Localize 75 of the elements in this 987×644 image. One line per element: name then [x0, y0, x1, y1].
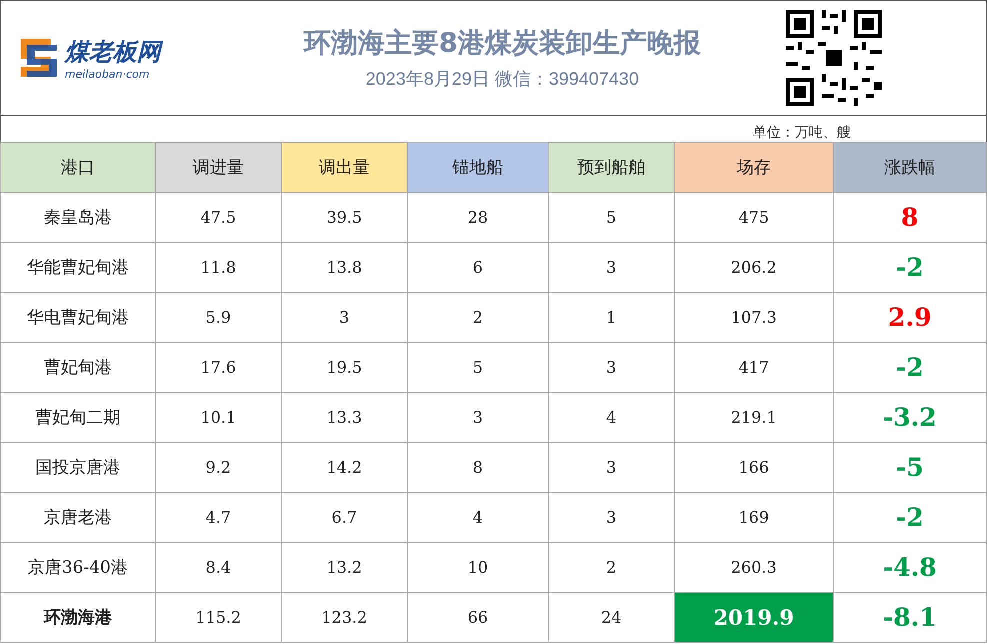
port-cell: 华能曹妃甸港	[0, 242, 156, 292]
stock-cell: 475	[674, 192, 834, 242]
table-cell: 4	[548, 392, 674, 442]
port-cell: 秦皇岛港	[0, 192, 156, 242]
column-header: 调进量	[156, 142, 282, 192]
change-cell: -4.8	[834, 542, 986, 592]
change-cell: -8.1	[834, 592, 986, 642]
port-cell: 国投京唐港	[0, 442, 156, 492]
port-cell: 曹妃甸港	[0, 342, 156, 392]
table-cell: 5.9	[156, 292, 282, 342]
change-cell: -2	[834, 342, 986, 392]
change-cell: -3.2	[834, 392, 986, 442]
table-cell: 3	[548, 492, 674, 542]
table-cell: 14.2	[282, 442, 408, 492]
table-cell: 5	[408, 342, 548, 392]
port-cell: 京唐老港	[0, 492, 156, 542]
table-cell: 13.3	[282, 392, 408, 442]
port-cell: 京唐36-40港	[0, 542, 156, 592]
table-cell: 1	[548, 292, 674, 342]
table-cell: 66	[408, 592, 548, 642]
column-header: 涨跌幅	[834, 142, 986, 192]
report-date: 2023年8月29日 微信：399407430	[366, 68, 640, 91]
stock-cell: 166	[674, 442, 834, 492]
table-cell: 19.5	[282, 342, 408, 392]
table-cell: 47.5	[156, 192, 282, 242]
table-cell: 28	[408, 192, 548, 242]
change-cell: -2	[834, 492, 986, 542]
logo-icon	[19, 37, 59, 79]
qr-code-icon	[786, 10, 882, 106]
table-cell: 4	[408, 492, 548, 542]
table-cell: 5	[548, 192, 674, 242]
table-cell: 6	[408, 242, 548, 292]
stock-cell: 219.1	[674, 392, 834, 442]
table-cell: 3	[548, 342, 674, 392]
unit-label: 单位：万吨、艘	[753, 124, 851, 142]
change-cell: -5	[834, 442, 986, 492]
table-cell: 3	[548, 242, 674, 292]
table-cell: 17.6	[156, 342, 282, 392]
change-cell: -2	[834, 242, 986, 292]
table-cell: 8.4	[156, 542, 282, 592]
report-title: 环渤海主要8港煤炭装卸生产晚报	[304, 27, 701, 61]
table-cell: 10.1	[156, 392, 282, 442]
table-cell: 115.2	[156, 592, 282, 642]
table-cell: 6.7	[282, 492, 408, 542]
logo-name: 煤老板网	[65, 36, 161, 68]
logo-domain: meilaoban·com	[65, 68, 151, 80]
table-cell: 13.8	[282, 242, 408, 292]
column-header: 港口	[0, 142, 156, 192]
table-cell: 8	[408, 442, 548, 492]
port-cell: 环渤海港	[0, 592, 156, 642]
table-cell: 10	[408, 542, 548, 592]
port-cell: 华电曹妃甸港	[0, 292, 156, 342]
change-cell: 2.9	[834, 292, 986, 342]
table-cell: 3	[282, 292, 408, 342]
table-cell: 3	[408, 392, 548, 442]
column-header: 预到船舶	[548, 142, 674, 192]
stock-cell: 107.3	[674, 292, 834, 342]
table-cell: 9.2	[156, 442, 282, 492]
change-cell: 8	[834, 192, 986, 242]
table-cell: 2	[408, 292, 548, 342]
stock-cell: 169	[674, 492, 834, 542]
table-cell: 3	[548, 442, 674, 492]
table-cell: 4.7	[156, 492, 282, 542]
stock-cell: 2019.9	[674, 592, 834, 642]
table-cell: 11.8	[156, 242, 282, 292]
table-cell: 39.5	[282, 192, 408, 242]
column-header: 场存	[674, 142, 834, 192]
column-header: 调出量	[282, 142, 408, 192]
table-cell: 13.2	[282, 542, 408, 592]
port-cell: 曹妃甸二期	[0, 392, 156, 442]
column-header: 锚地船	[408, 142, 548, 192]
stock-cell: 417	[674, 342, 834, 392]
stock-cell: 206.2	[674, 242, 834, 292]
table-cell: 2	[548, 542, 674, 592]
table-cell: 123.2	[282, 592, 408, 642]
